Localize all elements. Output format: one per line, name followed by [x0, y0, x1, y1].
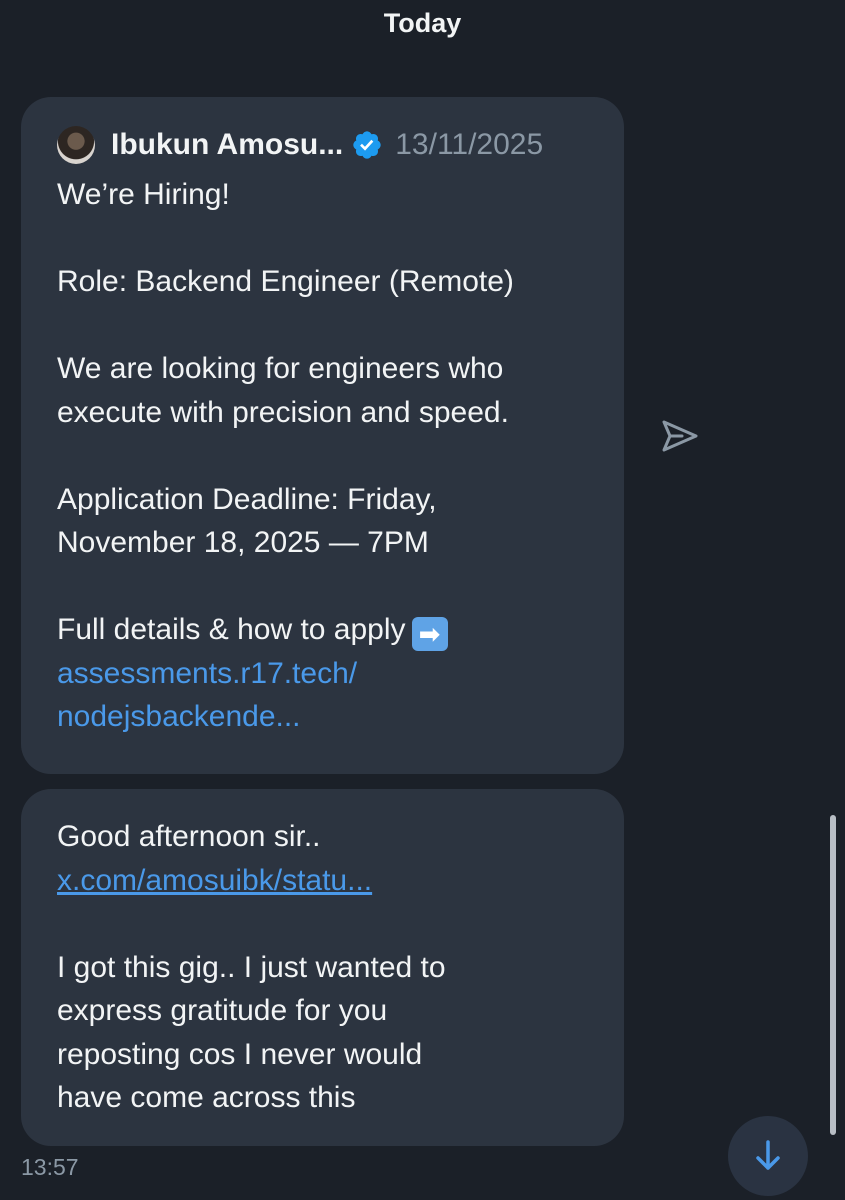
post-line: November 18, 2025 — 7PM	[57, 526, 429, 559]
post-link-line2[interactable]: nodejsbackende...	[57, 700, 301, 733]
arrow-down-icon	[756, 1140, 780, 1170]
message-line: express gratitude for you	[57, 994, 388, 1027]
post-line-text: Full details & how to apply	[57, 613, 406, 646]
post-line: Application Deadline: Friday,	[57, 482, 437, 516]
dm-conversation-screen: Today Ibukun Amosu... 13/11/2025 We’re H…	[0, 0, 845, 1200]
message-timestamp: 13:57	[21, 1154, 79, 1180]
message-line: reposting cos I never would	[57, 1037, 423, 1071]
send-icon[interactable]	[658, 414, 702, 458]
post-line: execute with precision and speed.	[57, 395, 509, 429]
scroll-to-bottom-button[interactable]	[728, 1116, 808, 1196]
message-line: I got this gig.. I just wanted to	[57, 950, 446, 984]
shared-post-header: Ibukun Amosu... 13/11/2025	[57, 123, 588, 167]
post-link-line1[interactable]: assessments.r17.tech/	[57, 657, 357, 690]
post-line: We are looking for engineers who	[57, 352, 504, 385]
post-line: Role: Backend Engineer (Remote)	[57, 265, 514, 298]
post-link-continued[interactable]: nodejsbackende...	[57, 695, 588, 739]
message-link[interactable]: x.com/amosuibk/statu...	[57, 859, 588, 903]
post-link[interactable]: assessments.r17.tech/	[57, 652, 588, 696]
post-body: We’re Hiring! Role: Backend Engineer (Re…	[57, 173, 588, 739]
right-arrow-emoji-icon: ➡	[411, 617, 448, 651]
scrollbar[interactable]	[830, 815, 836, 1135]
message-line: have come across this	[57, 1081, 356, 1114]
post-line: We’re Hiring!	[57, 178, 230, 211]
date-separator: Today	[383, 8, 462, 38]
message-body: Good afternoon sir.. x.com/amosuibk/stat…	[57, 815, 588, 1120]
author-name[interactable]: Ibukun Amosu...	[111, 128, 343, 162]
message-bubble[interactable]: Good afternoon sir.. x.com/amosuibk/stat…	[21, 789, 624, 1146]
post-line: Full details & how to apply ➡	[57, 608, 588, 652]
post-date: 13/11/2025	[395, 128, 544, 161]
verified-badge-icon	[353, 131, 381, 159]
message-greeting: Good afternoon sir..	[57, 820, 321, 853]
shared-post-bubble[interactable]: Ibukun Amosu... 13/11/2025 We’re Hiring!…	[21, 97, 624, 774]
author-avatar[interactable]	[57, 126, 95, 164]
